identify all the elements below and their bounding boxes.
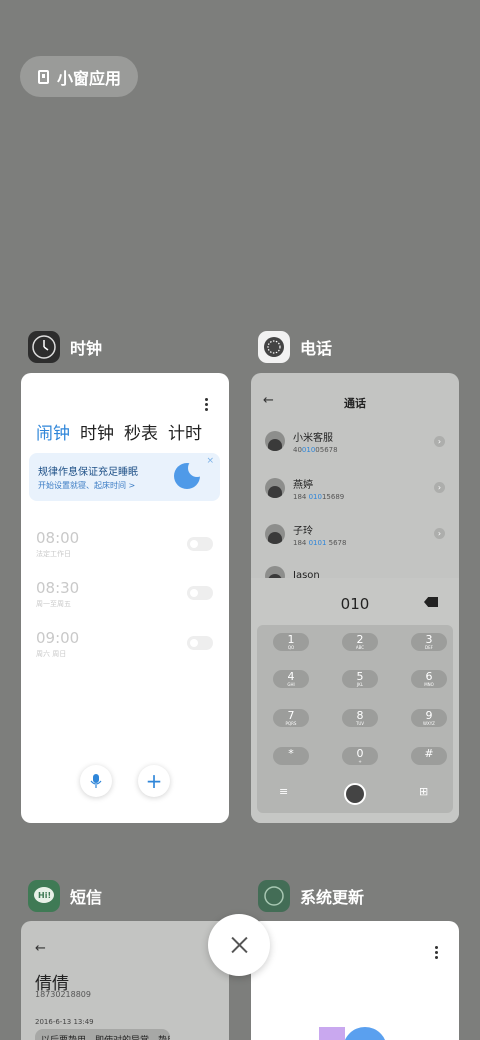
key-4[interactable]: 4 GHI	[273, 670, 309, 688]
contact-row[interactable]: 子玲 184 0101 5678	[265, 522, 347, 547]
hide-keypad-icon[interactable]: ⊞	[419, 785, 428, 798]
app-header-update[interactable]: 系统更新	[258, 880, 364, 912]
clock-icon	[28, 331, 60, 363]
message-date: 2016-6-13 13:49	[35, 1018, 94, 1026]
clock-app-card[interactable]: 闹钟 时钟 秒表 计时 规律作息保证充足睡眠 开始设置就寝、起床时间 > × 0…	[21, 373, 229, 823]
key-3[interactable]: 3 DEF	[411, 633, 447, 651]
float-window-icon	[38, 69, 49, 84]
sleep-banner[interactable]: 规律作息保证充足睡眠 开始设置就寝、起床时间 > ×	[29, 453, 220, 501]
alarm-item[interactable]: 08:30 周一至周五	[36, 579, 79, 609]
key-star[interactable]: *	[273, 747, 309, 765]
alarm-time: 09:00	[36, 629, 80, 647]
contact-name: 燕婷	[293, 479, 313, 491]
float-window-button[interactable]: 小窗应用	[20, 56, 138, 97]
alarm-repeat: 周六 周日	[36, 650, 67, 658]
app-header-clock[interactable]: 时钟	[28, 331, 102, 363]
app-name-clock: 时钟	[70, 339, 103, 358]
phone-app-icon	[258, 331, 290, 363]
moon-icon	[174, 459, 206, 489]
alarm-time: 08:00	[36, 529, 80, 547]
contact-row[interactable]: 小米客服 4001005678	[265, 429, 338, 454]
key-7[interactable]: 7 PQRS	[273, 709, 309, 727]
alarm-toggle[interactable]	[187, 537, 213, 551]
more-menu-icon[interactable]	[205, 398, 209, 413]
key-9[interactable]: 9 WXYZ	[411, 709, 447, 727]
key-hash[interactable]: #	[411, 747, 447, 765]
key-6[interactable]: 6 MNO	[411, 670, 447, 688]
more-menu-icon[interactable]	[435, 946, 439, 961]
message-bubble: 以后要挚用，即使对的异常，挚用	[35, 1029, 170, 1040]
contact-row[interactable]: 燕婷 184 01015689	[265, 476, 345, 501]
float-window-label: 小窗应用	[57, 68, 122, 88]
logo-circle	[343, 1027, 387, 1040]
app-header-sms[interactable]: Hi! 短信	[28, 880, 102, 912]
contact-name: 小米客服	[293, 432, 333, 444]
alarm-repeat: 周一至周五	[36, 600, 71, 608]
voice-button[interactable]	[80, 765, 112, 797]
banner-subtitle[interactable]: 开始设置就寝、起床时间 >	[38, 480, 135, 491]
chevron-right-icon[interactable]: ›	[434, 528, 445, 539]
page-title: 通话	[344, 397, 366, 410]
logo-shape	[319, 1027, 345, 1040]
app-name-sms: 短信	[70, 888, 103, 907]
chevron-right-icon[interactable]: ›	[434, 482, 445, 493]
add-alarm-button[interactable]: +	[138, 765, 170, 797]
key-1[interactable]: 1 QO	[273, 633, 309, 651]
back-arrow-icon[interactable]: ←	[35, 941, 46, 956]
phone-app-card[interactable]: ← 通话 小米客服 4001005678 › 燕婷 184 01015689 ›…	[251, 373, 459, 823]
contact-name: 子玲	[293, 525, 313, 537]
app-name-phone: 电话	[300, 339, 333, 358]
alarm-repeat: 法定工作日	[36, 550, 71, 558]
clock-tabs: 闹钟 时钟 秒表 计时	[36, 419, 202, 444]
avatar	[265, 431, 285, 451]
svg-text:Hi!: Hi!	[38, 891, 51, 900]
contact-number: 184 0101 5678	[293, 538, 347, 547]
alarm-toggle[interactable]	[187, 636, 213, 650]
tab-clock[interactable]: 时钟	[80, 419, 114, 444]
update-icon	[258, 880, 290, 912]
key-8[interactable]: 8 TUV	[342, 709, 378, 727]
microphone-icon	[90, 774, 102, 788]
tab-timer[interactable]: 计时	[168, 419, 202, 444]
avatar	[265, 524, 285, 544]
tab-stopwatch[interactable]: 秒表	[124, 419, 158, 444]
key-2[interactable]: 2 ABC	[342, 633, 378, 651]
alarm-toggle[interactable]	[187, 586, 213, 600]
app-name-update: 系统更新	[300, 888, 365, 907]
close-icon[interactable]: ×	[206, 456, 214, 466]
keypad: 1 QO 2 ABC 3 DEF 4 GHI 5 JKL 6 MNO 7 PQRS 8 TUV …	[257, 625, 453, 813]
menu-icon[interactable]: ≡	[279, 785, 288, 798]
close-all-button[interactable]	[208, 914, 270, 976]
contact-phone: 18730218809	[35, 990, 91, 999]
key-0[interactable]: 0 +	[342, 747, 378, 765]
avatar	[265, 478, 285, 498]
update-app-card[interactable]	[251, 921, 459, 1040]
alarm-item[interactable]: 09:00 周六 周日	[36, 629, 79, 659]
banner-title: 规律作息保证充足睡眠	[38, 467, 138, 478]
alarm-time: 08:30	[36, 579, 80, 597]
alarm-item[interactable]: 08:00 法定工作日	[36, 529, 79, 559]
tab-alarm[interactable]: 闹钟	[36, 419, 70, 444]
contact-number: 184 01015689	[293, 492, 345, 501]
contact-number: 4001005678	[293, 445, 338, 454]
key-5[interactable]: 5 JKL	[342, 670, 378, 688]
app-header-phone[interactable]: 电话	[258, 331, 332, 363]
sms-app-card[interactable]: ← 倩倩 18730218809 2016-6-13 13:49 以后要挚用，即…	[21, 921, 229, 1040]
call-button[interactable]	[344, 783, 366, 805]
chevron-right-icon[interactable]: ›	[434, 436, 445, 447]
message-icon: Hi!	[28, 880, 60, 912]
contact-row[interactable]: Jason	[265, 565, 320, 579]
